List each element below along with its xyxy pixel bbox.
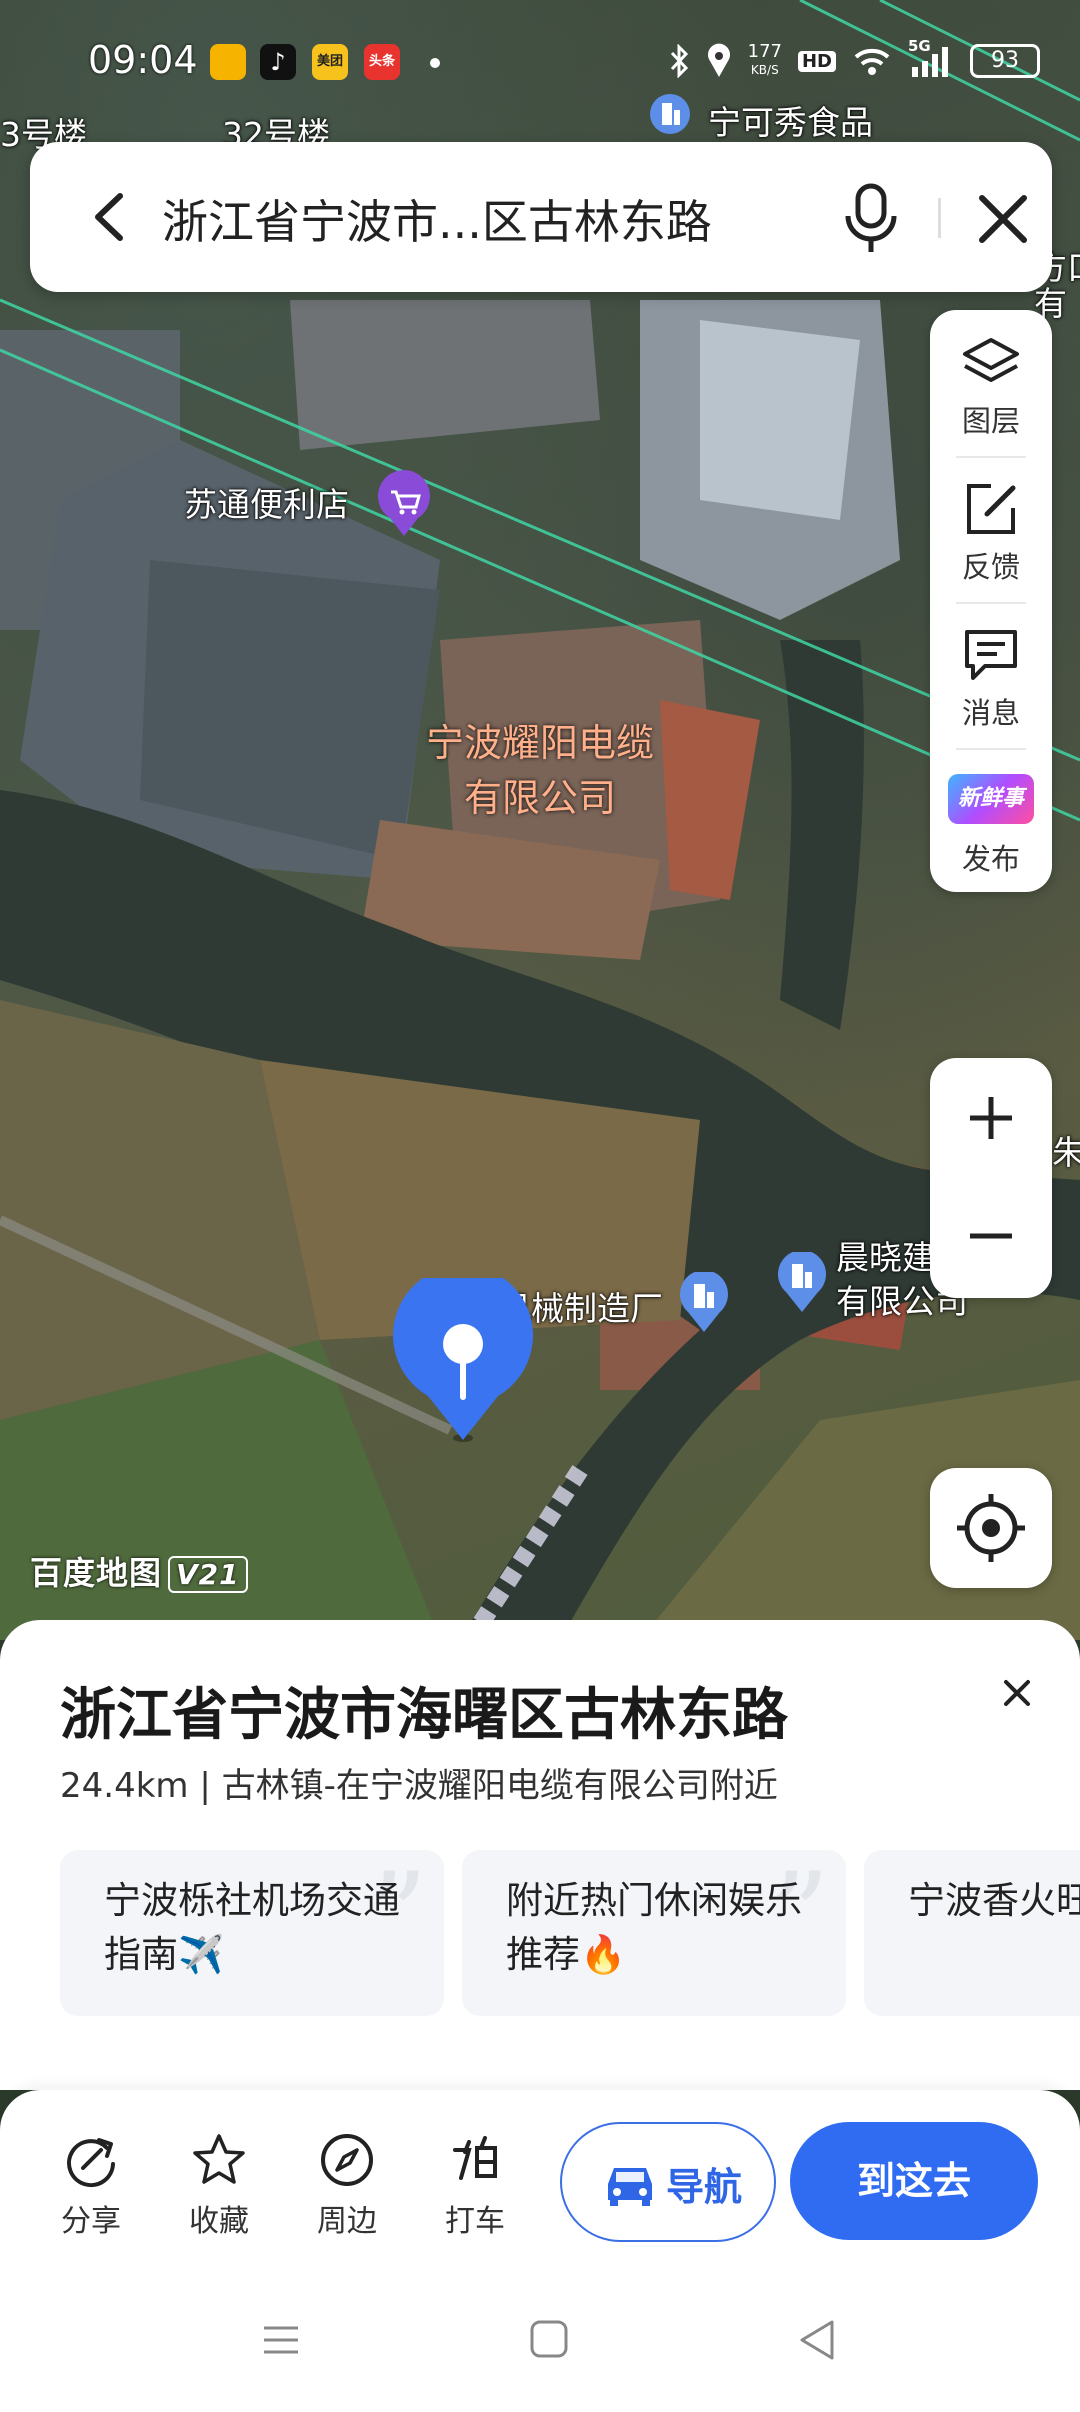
microphone-icon[interactable] (838, 180, 904, 258)
close-icon[interactable] (970, 186, 1036, 252)
battery-indicator: 93 (970, 44, 1040, 78)
chenxiao-poi-icon[interactable] (774, 1252, 830, 1314)
map-tools-panel: 图层 反馈 消息 新鲜事 发布 (930, 310, 1052, 892)
publish-label: 发布 (961, 842, 1020, 876)
meituan-app-icon: 美团 (312, 44, 348, 80)
search-query-text[interactable]: 浙江省宁波市...区古林东路 (162, 186, 712, 252)
recommendation-card[interactable]: ” 宁波栎社机场交通指南✈️ (60, 1850, 444, 2016)
messages-button[interactable]: 消息 (930, 602, 1052, 748)
map-label-convenience: 苏通便利店 (184, 485, 349, 524)
toutiao-app-icon: 头条 (364, 44, 400, 80)
menu-icon[interactable] (250, 2310, 310, 2370)
recommendation-card[interactable]: 宁波香火旺地方🕯️ (864, 1850, 1080, 2016)
map-label-company-line2: 有限公司 (463, 776, 616, 820)
layers-button[interactable]: 图层 (930, 310, 1052, 456)
share-icon (67, 2138, 115, 2188)
layers-icon (963, 338, 1019, 382)
star-icon (193, 2134, 245, 2184)
message-icon (965, 630, 1017, 680)
recommendation-card[interactable]: ” 附近热门休闲娱乐推荐🔥 (462, 1850, 846, 2016)
navigate-label: 导航 (666, 2165, 743, 2209)
close-card-icon[interactable] (992, 1668, 1042, 1718)
destination-pin-icon[interactable] (388, 1278, 538, 1448)
douyin-app-icon: ♪ (260, 44, 296, 80)
map-logo: 百度地图 V21 (30, 1548, 248, 1594)
navigate-button[interactable]: 导航 (560, 2122, 776, 2242)
messages-label: 消息 (961, 696, 1020, 730)
notification-dot (430, 58, 440, 68)
zoom-out-icon[interactable] (930, 1178, 1052, 1298)
share-button[interactable]: 分享 (36, 2132, 146, 2252)
bluetooth-icon (670, 44, 688, 78)
layers-label: 图层 (961, 404, 1020, 438)
share-label: 分享 (61, 2204, 121, 2239)
map-label-edge-right: 朱 (1052, 1133, 1080, 1172)
status-time: 09:04 (88, 38, 198, 82)
location-icon (707, 43, 730, 77)
home-icon[interactable] (518, 2310, 578, 2370)
taxi-label: 打车 (445, 2204, 505, 2239)
publish-button[interactable]: 新鲜事 发布 (930, 748, 1052, 894)
taxi-icon (453, 2136, 497, 2180)
taxi-button[interactable]: 打车 (420, 2132, 530, 2252)
recommendation-text: 宁波栎社机场交通指南✈️ (104, 1879, 400, 1976)
compass-icon (321, 2134, 373, 2186)
edit-icon (967, 484, 1016, 534)
net-speed: 177 KB/S (748, 43, 782, 79)
poi-company-label[interactable]: 宁波耀阳电缆 有限公司 (410, 712, 670, 822)
place-info-card: 浙江省宁波市海曙区古林东路 24.4km | 古林镇-在宁波耀阳电缆有限公司附近… (0, 1620, 1080, 2090)
map-logo-text: 百度地图 (30, 1554, 163, 1592)
zoom-in-icon[interactable] (930, 1058, 1052, 1178)
favorite-button[interactable]: 收藏 (164, 2132, 274, 2252)
map-logo-version: V21 (168, 1556, 248, 1593)
publish-badge-icon: 新鲜事 (948, 774, 1034, 824)
shopping-cart-icon (378, 470, 430, 536)
recommendation-text: 宁波香火旺地方🕯️ (908, 1879, 1080, 1922)
search-bar[interactable]: 浙江省宁波市...区古林东路 (30, 142, 1052, 292)
crosshair-icon (957, 1494, 1025, 1562)
locate-me-button[interactable] (930, 1468, 1052, 1588)
feedback-button[interactable]: 反馈 (930, 456, 1052, 602)
status-bar: 09:04 ♪ 美团 头条 177 KB/S HD 5G 93 (0, 0, 1080, 126)
back-arrow-icon[interactable] (80, 184, 140, 250)
back-triangle-icon[interactable] (786, 2310, 846, 2370)
recommendation-text: 附近热门休闲娱乐推荐🔥 (506, 1879, 802, 1976)
feedback-label: 反馈 (961, 550, 1020, 584)
car-icon (608, 2168, 652, 2206)
search-divider (938, 198, 941, 238)
reader-app-icon (210, 44, 246, 80)
place-title: 浙江省宁波市海曙区古林东路 (60, 1683, 788, 1748)
go-here-button[interactable]: 到这去 (790, 2122, 1038, 2240)
zoom-controls (930, 1058, 1052, 1298)
wifi-icon (854, 48, 890, 75)
net-speed-value: 177 (747, 41, 782, 62)
map-label-company-line1: 宁波耀阳电缆 (425, 721, 654, 765)
place-subtitle: 24.4km | 古林镇-在宁波耀阳电缆有限公司附近 (60, 1766, 778, 1806)
status-right-group: 177 KB/S HD 5G 93 (668, 36, 1040, 86)
signal-bars-icon (912, 47, 948, 77)
nearby-button[interactable]: 周边 (292, 2132, 402, 2252)
nearby-label: 周边 (317, 2204, 377, 2239)
favorite-label: 收藏 (189, 2204, 249, 2239)
net-speed-unit: KB/S (750, 63, 779, 77)
system-navigation-bar (0, 2260, 1080, 2412)
factory-poi-icon[interactable] (676, 1272, 732, 1334)
signal-group: 5G (908, 37, 954, 79)
hd-badge: HD (797, 50, 836, 72)
action-bar: 分享 收藏 周边 打车 导航 到这去 (0, 2090, 1080, 2260)
